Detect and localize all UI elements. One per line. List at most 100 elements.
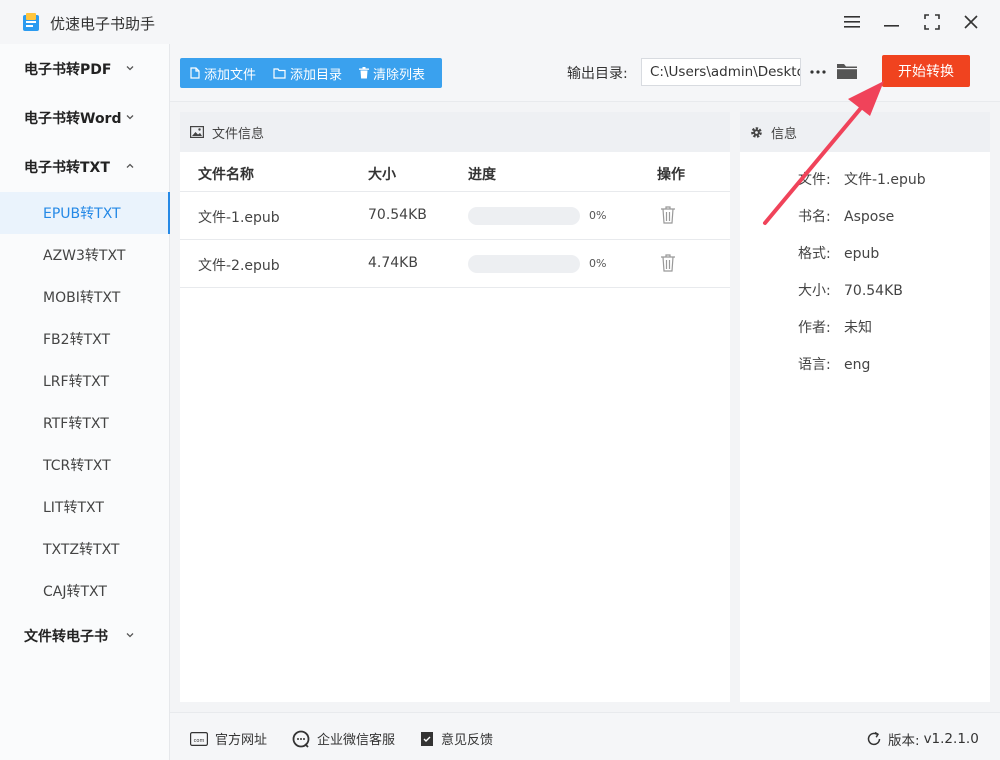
toolbar: 添加文件 添加目录 清除列表 输出目录: C:\Users\admin\Desk… bbox=[170, 44, 1000, 102]
nav-group-ebook-to-word[interactable]: 电子书转Word bbox=[0, 95, 170, 141]
close-icon[interactable] bbox=[959, 10, 983, 34]
sidebar-item-azw3-to-txt[interactable]: AZW3转TXT bbox=[0, 234, 170, 276]
info-row-title: 书名: Aspose bbox=[798, 206, 894, 226]
sidebar-item-label: LIT转TXT bbox=[43, 500, 104, 516]
add-file-button[interactable]: 添加文件 bbox=[180, 58, 263, 88]
sidebar-item-label: TCR转TXT bbox=[43, 458, 111, 474]
sidebar-item-mobi-to-txt[interactable]: MOBI转TXT bbox=[0, 276, 170, 318]
folder-outline-icon bbox=[273, 67, 286, 79]
nav-group-ebook-to-txt[interactable]: 电子书转TXT bbox=[0, 144, 170, 190]
feedback-icon bbox=[421, 731, 433, 746]
nav-group-label: 电子书转TXT bbox=[24, 160, 110, 176]
progress-text: 0% bbox=[589, 257, 607, 270]
file-button-group: 添加文件 添加目录 清除列表 bbox=[180, 58, 442, 88]
output-directory-label: 输出目录: bbox=[567, 66, 628, 82]
svg-text:com: com bbox=[194, 738, 205, 744]
info-row-language: 语言: eng bbox=[798, 354, 870, 374]
sidebar-item-label: CAJ转TXT bbox=[43, 584, 107, 600]
info-value: eng bbox=[844, 357, 871, 373]
sidebar-item-rtf-to-txt[interactable]: RTF转TXT bbox=[0, 402, 170, 444]
sidebar-item-label: EPUB转TXT bbox=[43, 206, 121, 222]
add-file-label: 添加文件 bbox=[204, 67, 257, 83]
clear-list-button[interactable]: 清除列表 bbox=[349, 58, 432, 88]
nav-group-label: 电子书转PDF bbox=[24, 62, 112, 78]
file-name: 文件-1.epub bbox=[198, 210, 280, 226]
chevron-down-icon bbox=[126, 633, 134, 638]
minimize-icon[interactable] bbox=[880, 10, 904, 34]
info-key: 大小: bbox=[798, 283, 831, 299]
sidebar-item-label: RTF转TXT bbox=[43, 416, 109, 432]
file-info-title: 文件信息 bbox=[212, 126, 265, 142]
menu-icon[interactable] bbox=[840, 10, 864, 34]
delete-icon[interactable] bbox=[660, 253, 676, 273]
more-options-icon[interactable] bbox=[807, 58, 829, 86]
sidebar-item-label: AZW3转TXT bbox=[43, 248, 126, 264]
sidebar-item-fb2-to-txt[interactable]: FB2转TXT bbox=[0, 318, 170, 360]
column-header-filename: 文件名称 bbox=[198, 167, 254, 183]
sidebar-item-lrf-to-txt[interactable]: LRF转TXT bbox=[0, 360, 170, 402]
chat-icon bbox=[292, 730, 310, 748]
table-row[interactable]: 文件-2.epub 4.74KB 0% bbox=[180, 240, 730, 288]
info-key: 书名: bbox=[798, 209, 831, 225]
feedback-label: 意见反馈 bbox=[441, 733, 494, 748]
column-header-size: 大小 bbox=[368, 167, 396, 183]
version-info: 版本: v1.2.1.0 bbox=[866, 729, 979, 749]
sidebar-item-label: TXTZ转TXT bbox=[43, 542, 120, 558]
gear-icon bbox=[751, 126, 762, 138]
info-row-format: 格式: epub bbox=[798, 243, 879, 263]
file-info-panel: 文件信息 文件名称 大小 进度 操作 文件-1.epub 70.54KB 0% … bbox=[180, 112, 730, 702]
add-directory-label: 添加目录 bbox=[290, 67, 343, 83]
file-info-header: 文件信息 bbox=[180, 112, 730, 152]
info-value: epub bbox=[844, 246, 880, 262]
open-folder-icon[interactable] bbox=[836, 61, 858, 81]
info-key: 文件: bbox=[798, 172, 831, 188]
chevron-up-icon bbox=[126, 163, 134, 168]
info-row-author: 作者: 未知 bbox=[798, 317, 872, 337]
progress-bar bbox=[468, 207, 580, 225]
app-title: 优速电子书助手 bbox=[50, 15, 156, 33]
nav-group-label: 电子书转Word bbox=[24, 111, 122, 127]
title-bar: 优速电子书助手 bbox=[0, 0, 1000, 44]
sidebar-item-label: LRF转TXT bbox=[43, 374, 110, 390]
column-header-progress: 进度 bbox=[468, 167, 496, 183]
sidebar-item-label: FB2转TXT bbox=[43, 332, 111, 348]
info-key: 作者: bbox=[798, 320, 831, 336]
file-name: 文件-2.epub bbox=[198, 258, 280, 274]
sidebar-item-txtz-to-txt[interactable]: TXTZ转TXT bbox=[0, 528, 170, 570]
nav-group-ebook-to-pdf[interactable]: 电子书转PDF bbox=[0, 46, 170, 92]
add-directory-button[interactable]: 添加目录 bbox=[263, 58, 349, 88]
trash-icon bbox=[359, 67, 370, 79]
info-value: Aspose bbox=[844, 209, 895, 225]
info-row-file: 文件: 文件-1.epub bbox=[798, 169, 926, 189]
sidebar-item-tcr-to-txt[interactable]: TCR转TXT bbox=[0, 444, 170, 486]
website-icon: com bbox=[190, 731, 208, 746]
website-link[interactable]: com 官方网址 bbox=[190, 729, 267, 748]
clear-list-label: 清除列表 bbox=[373, 67, 426, 83]
progress-bar bbox=[468, 255, 580, 273]
output-directory-field[interactable]: C:\Users\admin\Desktop bbox=[641, 58, 801, 86]
nav-group-file-to-ebook[interactable]: 文件转电子书 bbox=[0, 613, 170, 659]
sidebar-item-lit-to-txt[interactable]: LIT转TXT bbox=[0, 486, 170, 528]
sidebar-item-caj-to-txt[interactable]: CAJ转TXT bbox=[0, 570, 170, 612]
app-logo-icon bbox=[23, 13, 39, 31]
delete-icon[interactable] bbox=[660, 205, 676, 225]
info-key: 格式: bbox=[798, 246, 831, 262]
info-row-size: 大小: 70.54KB bbox=[798, 280, 903, 300]
chevron-down-icon bbox=[126, 115, 134, 120]
wechat-support-link[interactable]: 企业微信客服 bbox=[292, 729, 395, 748]
version-label: 版本: bbox=[888, 733, 920, 749]
sidebar-item-epub-to-txt[interactable]: EPUB转TXT bbox=[0, 192, 170, 234]
wechat-support-label: 企业微信客服 bbox=[317, 733, 396, 748]
maximize-icon[interactable] bbox=[920, 10, 944, 34]
info-key: 语言: bbox=[798, 357, 831, 373]
info-value: 70.54KB bbox=[844, 283, 903, 299]
table-row[interactable]: 文件-1.epub 70.54KB 0% bbox=[180, 192, 730, 240]
progress-text: 0% bbox=[589, 209, 607, 222]
refresh-icon bbox=[867, 731, 881, 746]
file-size: 70.54KB bbox=[368, 207, 427, 223]
sidebar: 电子书转PDF 电子书转Word 电子书转TXT EPUB转TXT AZW3转T… bbox=[0, 44, 170, 760]
feedback-link[interactable]: 意见反馈 bbox=[420, 729, 493, 748]
file-size: 4.74KB bbox=[368, 255, 418, 271]
start-conversion-button[interactable]: 开始转换 bbox=[882, 55, 970, 87]
column-header-action: 操作 bbox=[657, 167, 685, 183]
